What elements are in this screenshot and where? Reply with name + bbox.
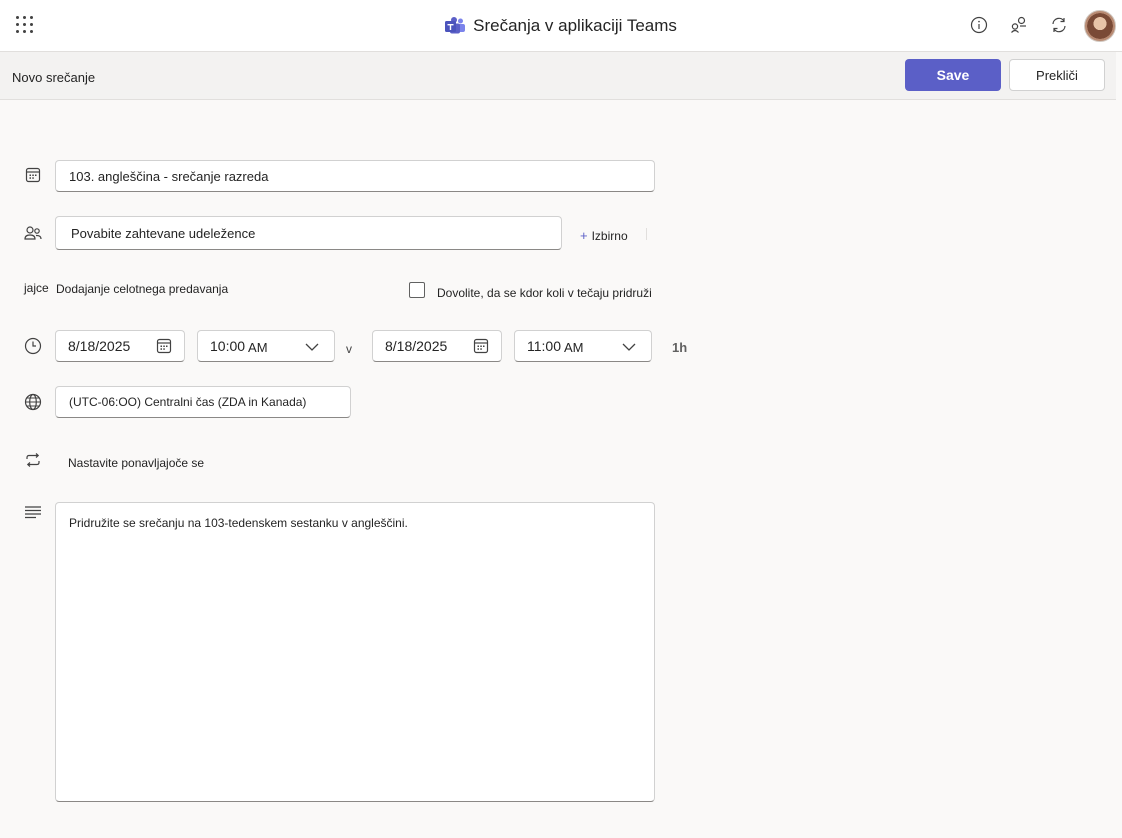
calendar-icon[interactable] [473, 338, 489, 354]
start-date-value: 8/18/2025 [68, 338, 131, 354]
description-editor[interactable]: Pridružite se srečanju na 103-tedenskem … [55, 502, 655, 802]
app-title: Srečanja v aplikaciji Teams [473, 16, 677, 35]
plus-icon: + [580, 228, 588, 243]
globe-icon [24, 393, 42, 411]
top-app-bar: Srečanja v aplikaciji Teams [0, 0, 1122, 52]
avatar[interactable] [1084, 10, 1116, 42]
start-ampm: AM [248, 339, 268, 355]
title-value: 103. angleščina - srečanje razreda [69, 168, 269, 184]
waffle-icon[interactable] [16, 16, 34, 34]
share-icon[interactable] [1008, 14, 1030, 36]
repeat-icon [24, 451, 42, 469]
refresh-icon[interactable] [1048, 14, 1070, 36]
start-time-select[interactable]: 10:00 AM [197, 330, 335, 362]
allow-anyone-checkbox[interactable] [409, 282, 425, 298]
teams-logo-icon [445, 17, 466, 34]
info-icon[interactable] [968, 14, 990, 36]
time-separator: v [346, 342, 352, 356]
end-time-select[interactable]: 11:00 AM [514, 330, 652, 362]
people-icon [24, 224, 42, 242]
start-date-field[interactable]: 8/18/2025 [55, 330, 185, 362]
page-title: Novo srečanje [12, 70, 96, 85]
description-text: Pridružite se srečanju na 103-tedenskem … [69, 516, 408, 530]
chevron-down-icon [305, 343, 319, 351]
save-button[interactable]: Save [905, 59, 1001, 91]
divider [646, 228, 647, 240]
attendees-field[interactable]: Povabite zahtevane udeležence [55, 216, 562, 250]
allow-anyone-label: Dovolite, da se kdor koli v tečaju pridr… [437, 286, 652, 300]
duration-label: 1h [672, 340, 688, 355]
end-ampm: AM [564, 339, 584, 355]
command-bar: Novo srečanje Save Prekliči [0, 52, 1116, 100]
chevron-down-icon [622, 343, 636, 351]
optional-attendees-button[interactable]: + Izbirno [580, 228, 628, 243]
channel-prefix: jajce [24, 281, 49, 295]
repeat-button[interactable]: Nastavite ponavljajoče se [68, 456, 204, 470]
start-time-value: 10:00 [210, 338, 246, 354]
app-title-wrap: Srečanja v aplikaciji Teams [0, 0, 1122, 52]
cancel-button[interactable]: Prekliči [1009, 59, 1105, 91]
optional-label: Izbirno [591, 229, 628, 243]
attendees-placeholder: Povabite zahtevane udeležence [71, 225, 256, 241]
end-date-field[interactable]: 8/18/2025 [372, 330, 502, 362]
title-field[interactable]: 103. angleščina - srečanje razreda [55, 160, 655, 192]
text-align-icon [24, 503, 42, 521]
end-time-value: 11:00 [527, 338, 561, 354]
add-class-link[interactable]: Dodajanje celotnega predavanja [56, 282, 228, 296]
timezone-value: (UTC-06:OO) Centralni čas (ZDA in Kanada… [69, 395, 307, 409]
end-date-value: 8/18/2025 [385, 338, 448, 354]
clock-icon [24, 337, 42, 355]
timezone-select[interactable]: (UTC-06:OO) Centralni čas (ZDA in Kanada… [55, 386, 351, 418]
calendar-icon[interactable] [156, 338, 172, 354]
title-icon [24, 166, 42, 184]
